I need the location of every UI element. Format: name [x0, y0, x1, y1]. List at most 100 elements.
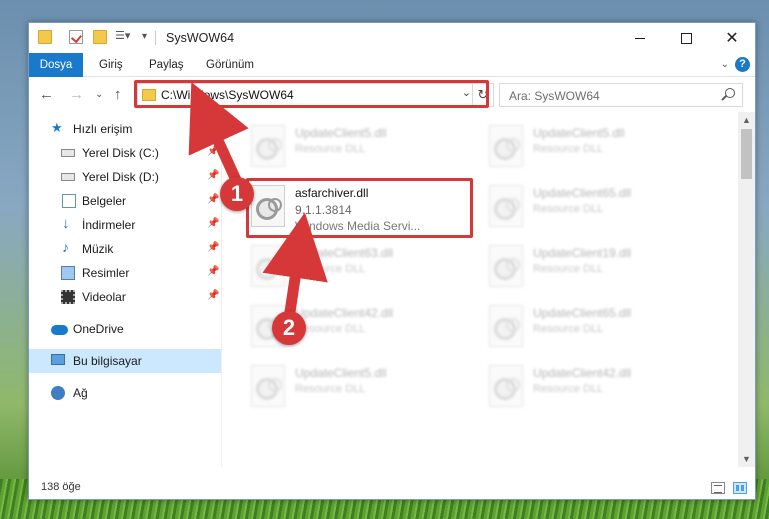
network-icon: [51, 386, 65, 400]
scroll-thumb[interactable]: [741, 129, 752, 179]
tab-file[interactable]: Dosya: [29, 53, 83, 77]
videos-icon: [61, 290, 75, 304]
pane-divider[interactable]: [221, 112, 222, 467]
file-description: Resource DLL: [295, 263, 366, 275]
maximize-button[interactable]: [663, 23, 709, 53]
pictures-icon: [61, 266, 75, 280]
computer-icon: [51, 354, 65, 365]
dll-file-icon: [489, 185, 523, 227]
item-count: 138 öğe: [41, 481, 81, 493]
scroll-down-icon[interactable]: ▼: [742, 454, 751, 464]
pin-icon[interactable]: 📌: [207, 242, 219, 253]
file-description: Resource DLL: [533, 383, 604, 395]
pin-icon[interactable]: 📌: [207, 194, 219, 205]
sidebar-item-label: Ağ: [73, 386, 88, 400]
scroll-up-icon[interactable]: ▲: [742, 115, 751, 125]
sidebar-item-music[interactable]: ♪ Müzik 📌: [29, 237, 221, 261]
file-description: Resource DLL: [533, 143, 604, 155]
pin-icon[interactable]: 📌: [207, 218, 219, 229]
sidebar-item-label: Bu bilgisayar: [73, 354, 142, 368]
sidebar-item-local-disk-d[interactable]: Yerel Disk (D:) 📌: [29, 165, 221, 189]
details-view-icon[interactable]: [711, 482, 725, 494]
sidebar-item-label: Müzik: [82, 242, 114, 256]
minimize-button[interactable]: [617, 23, 663, 53]
file-name: UpdateClient42.dll: [295, 306, 394, 320]
file-name: UpdateClient65.dll: [533, 186, 632, 200]
file-tile[interactable]: UpdateClient5.dll Resource DLL: [245, 117, 477, 175]
file-description: Resource DLL: [295, 383, 366, 395]
search-placeholder: Ara: SysWOW64: [509, 89, 600, 103]
sidebar-item-videos[interactable]: Videolar 📌: [29, 285, 221, 309]
status-bar: 138 öğe: [29, 477, 755, 499]
new-folder-icon[interactable]: [93, 30, 107, 44]
tab-view[interactable]: Görünüm: [206, 53, 254, 77]
sidebar-item-local-disk-c[interactable]: Yerel Disk (C:) 📌: [29, 141, 221, 165]
pin-icon[interactable]: 📌: [207, 266, 219, 277]
search-input[interactable]: Ara: SysWOW64: [499, 83, 743, 107]
file-tile[interactable]: UpdateClient65.dll Resource DLL: [483, 297, 715, 355]
sidebar-item-label: Belgeler: [82, 194, 127, 208]
tiles-view-icon[interactable]: [733, 482, 747, 494]
file-tile[interactable]: UpdateClient19.dll Resource DLL: [483, 237, 715, 295]
sidebar-item-quick-access[interactable]: ★ Hızlı erişim: [29, 117, 221, 141]
pin-icon[interactable]: 📌: [207, 146, 219, 157]
pin-icon[interactable]: 📌: [207, 170, 219, 181]
file-tile[interactable]: UpdateClient5.dll Resource DLL: [483, 117, 715, 175]
search-icon[interactable]: [725, 88, 735, 98]
file-name: UpdateClient5.dll: [295, 126, 387, 140]
back-arrow-icon[interactable]: ←: [39, 86, 54, 103]
file-name: UpdateClient65.dll: [533, 306, 632, 320]
file-tile[interactable]: UpdateClient42.dll Resource DLL: [483, 357, 715, 415]
sidebar-item-label: Yerel Disk (D:): [82, 170, 159, 184]
navigation-pane: ★ Hızlı erişim Yerel Disk (C:) 📌 Yerel D…: [29, 119, 221, 467]
dll-file-icon: [489, 125, 523, 167]
sidebar-item-label: Videolar: [82, 290, 126, 304]
help-icon[interactable]: ?: [735, 57, 750, 72]
sidebar-item-downloads[interactable]: ↓ İndirmeler 📌: [29, 213, 221, 237]
pin-icon[interactable]: 📌: [207, 290, 219, 301]
expand-ribbon-icon[interactable]: ⌄: [721, 59, 729, 70]
cloud-icon: [51, 325, 68, 335]
ribbon-tabs: Dosya Giriş Paylaş Görünüm ⌄ ?: [29, 53, 755, 77]
file-name: UpdateClient63.dll: [295, 246, 394, 260]
file-list: UpdateClient5.dll Resource DLL asfarchiv…: [225, 115, 737, 467]
sidebar-item-label: Resimler: [82, 266, 130, 280]
customize-icon[interactable]: ☰▾: [115, 29, 130, 43]
sidebar-item-documents[interactable]: Belgeler 📌: [29, 189, 221, 213]
sidebar-item-network[interactable]: Ağ: [29, 381, 221, 405]
up-arrow-icon[interactable]: ↑: [114, 86, 122, 103]
sidebar-item-label: OneDrive: [73, 322, 124, 336]
sidebar-item-label: İndirmeler: [82, 218, 136, 232]
forward-arrow-icon[interactable]: →: [69, 86, 84, 103]
dll-file-icon: [489, 365, 523, 407]
title-bar: ☰▾ ▾ SysWOW64 ✕: [29, 23, 755, 53]
vertical-scrollbar[interactable]: ▲ ▼: [738, 112, 755, 467]
dll-file-icon: [489, 305, 523, 347]
folder-icon: [38, 30, 52, 44]
file-description: Resource DLL: [533, 203, 604, 215]
star-icon: ★: [51, 120, 63, 135]
tab-home[interactable]: Giriş: [99, 53, 123, 77]
file-description: Resource DLL: [533, 323, 604, 335]
download-icon: ↓: [62, 215, 70, 232]
sidebar-item-onedrive[interactable]: OneDrive: [29, 317, 221, 341]
tab-share[interactable]: Paylaş: [149, 53, 184, 77]
dll-file-icon: [251, 125, 285, 167]
step-1-badge: 1: [220, 177, 254, 211]
file-tile[interactable]: UpdateClient5.dll Resource DLL: [245, 357, 477, 415]
close-button[interactable]: ✕: [709, 23, 755, 53]
file-name: UpdateClient5.dll: [295, 366, 387, 380]
title-separator: [155, 31, 156, 45]
sidebar-item-label: Hızlı erişim: [73, 122, 133, 136]
recent-locations-icon[interactable]: ⌄: [95, 89, 103, 100]
sidebar-item-this-pc[interactable]: Bu bilgisayar: [29, 349, 221, 373]
quick-access-dropdown-icon[interactable]: ▾: [142, 31, 156, 45]
window-title: SysWOW64: [166, 31, 235, 45]
sidebar-item-pictures[interactable]: Resimler 📌: [29, 261, 221, 285]
dll-file-icon: [251, 245, 285, 287]
file-tile[interactable]: UpdateClient63.dll Resource DLL: [245, 237, 477, 295]
properties-icon[interactable]: [69, 30, 83, 44]
dll-file-icon: [251, 365, 285, 407]
file-tile[interactable]: UpdateClient65.dll Resource DLL: [483, 177, 715, 235]
file-name: UpdateClient19.dll: [533, 246, 632, 260]
